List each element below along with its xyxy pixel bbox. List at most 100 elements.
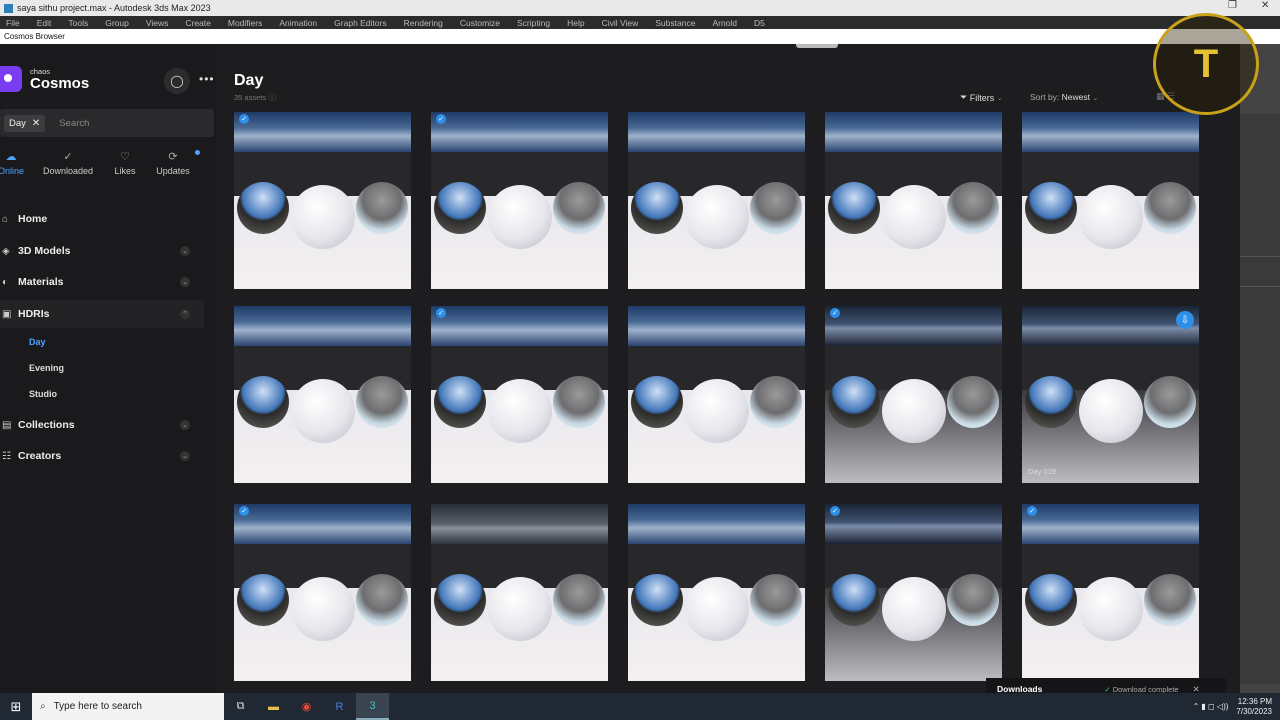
menu-item[interactable]: Help <box>567 18 584 28</box>
sidebar-item-label: Materials <box>18 276 64 288</box>
sort-dropdown[interactable]: Sort by: Newest ⌄ <box>1030 92 1098 102</box>
menu-item[interactable]: File <box>6 18 20 28</box>
sort-value: Newest <box>1061 92 1091 102</box>
filters-button[interactable]: ⏷ Filters ⌄ <box>960 92 1003 103</box>
close-window-icon[interactable]: ✕ <box>1261 0 1269 11</box>
chevron-down-icon[interactable]: ⌄ <box>180 246 190 256</box>
3dsmax-taskbar-icon[interactable]: 3 <box>356 693 389 720</box>
taskbar-search-input[interactable]: Type here to search <box>54 701 142 712</box>
file-explorer-icon[interactable]: ▬ <box>257 693 290 720</box>
hdri-card[interactable]: ✓ <box>431 306 608 483</box>
hdri-card[interactable]: ⇩ Day 019 <box>1022 306 1199 483</box>
menu-item[interactable]: Substance <box>655 18 695 28</box>
sidebar-item-collections[interactable]: ▤ Collections ⌄ <box>0 411 204 439</box>
chrome-sphere <box>828 574 880 626</box>
search-input[interactable]: Search <box>59 118 89 129</box>
hdri-sky-preview <box>1022 112 1199 152</box>
menu-item[interactable]: Rendering <box>404 18 443 28</box>
hdri-card[interactable]: ✓ <box>234 504 411 681</box>
chevron-down-icon[interactable]: ⌄ <box>180 420 190 430</box>
sidebar-item-hdris[interactable]: ▣ HDRIs ⌃ <box>0 300 204 328</box>
hdri-card[interactable]: ✓ <box>1022 504 1199 681</box>
info-icon[interactable]: ⓘ <box>268 93 276 102</box>
sidebar-item-creators[interactable]: ☷ Creators ⌄ <box>0 442 204 470</box>
white-sphere <box>488 577 552 641</box>
sidebar-item-3d-models[interactable]: ◈ 3D Models ⌄ <box>0 237 204 265</box>
sidebar: chaos Cosmos ◯ ••• Day ✕ Search ☁ Online… <box>0 44 216 693</box>
tab-updates[interactable]: ⟳ Updates <box>154 150 200 176</box>
heart-icon: ♡ <box>120 151 130 163</box>
user-account-icon[interactable]: ◯ <box>164 68 190 94</box>
hdri-sky-preview <box>628 112 805 152</box>
chevron-down-icon[interactable]: ⌄ <box>180 277 190 287</box>
menu-item[interactable]: Group <box>105 18 129 28</box>
chrome-sphere <box>434 574 486 626</box>
taskbar-search[interactable]: ⌕ Type here to search <box>32 693 224 720</box>
download-icon[interactable]: ⇩ <box>1176 311 1194 329</box>
sidebar-subitem-evening[interactable]: Evening <box>29 363 64 373</box>
menu-item[interactable]: Animation <box>279 18 317 28</box>
sidebar-subitem-day[interactable]: Day <box>29 337 46 347</box>
chrome-sphere <box>631 182 683 234</box>
white-sphere <box>685 577 749 641</box>
page-title: Day <box>234 72 264 89</box>
chevron-up-icon[interactable]: ⌃ <box>180 309 190 319</box>
sidebar-item-materials[interactable]: ◐ Materials ⌄ <box>0 268 204 296</box>
panel-divider <box>1240 256 1280 257</box>
menu-item[interactable]: D5 <box>754 18 765 28</box>
menu-item[interactable]: Views <box>146 18 169 28</box>
menu-item[interactable]: Scripting <box>517 18 550 28</box>
tab-online[interactable]: ☁ Online <box>0 150 26 176</box>
filter-chip-day[interactable]: Day ✕ <box>4 114 46 132</box>
chrome-icon[interactable]: ◉ <box>290 693 323 720</box>
windows-start-icon[interactable]: ⊞ <box>0 693 32 720</box>
menu-item[interactable]: Civil View <box>602 18 639 28</box>
hdri-card-label: Day 019 <box>1028 467 1056 476</box>
restore-icon[interactable]: ❐ <box>1228 0 1237 11</box>
chevron-down-icon[interactable]: ⌄ <box>180 451 190 461</box>
hdri-card[interactable]: ✓ <box>825 306 1002 483</box>
revit-icon[interactable]: R <box>323 693 356 720</box>
task-view-icon[interactable]: ⧉ <box>224 693 257 720</box>
hdri-card[interactable] <box>628 504 805 681</box>
hdri-card[interactable] <box>628 112 805 289</box>
window-title-bar: saya sithu project.max - Autodesk 3ds Ma… <box>0 0 1280 16</box>
menu-item[interactable]: Edit <box>37 18 52 28</box>
sidebar-subitem-studio[interactable]: Studio <box>29 389 57 399</box>
menu-item[interactable]: Create <box>185 18 211 28</box>
hdri-card[interactable] <box>825 112 1002 289</box>
hdri-card[interactable]: ✓ <box>825 504 1002 681</box>
right-dock-panel <box>1240 44 1280 693</box>
tab-likes[interactable]: ♡ Likes <box>110 150 140 176</box>
hdri-card[interactable] <box>234 306 411 483</box>
glass-sphere <box>1144 376 1196 428</box>
tray-icons[interactable]: ⌃ ▮ ◻ ◁)) <box>1193 702 1229 711</box>
tab-downloaded[interactable]: ✓ Downloaded <box>40 150 96 176</box>
hdri-sky-preview <box>825 306 1002 346</box>
search-bar[interactable]: Day ✕ Search <box>0 109 214 137</box>
menu-item[interactable]: Tools <box>68 18 88 28</box>
chrome-sphere <box>237 182 289 234</box>
chip-close-icon[interactable]: ✕ <box>32 118 40 129</box>
chevron-down-icon: ⌄ <box>996 94 1003 102</box>
hdri-card[interactable]: ✓ <box>431 112 608 289</box>
image-icon: ▣ <box>2 308 12 320</box>
chrome-sphere <box>1025 574 1077 626</box>
glass-sphere <box>553 574 605 626</box>
hdri-card[interactable] <box>431 504 608 681</box>
filter-chip-label: Day <box>9 117 26 129</box>
hdri-card[interactable] <box>628 306 805 483</box>
downloaded-check-icon: ✓ <box>239 506 249 516</box>
more-options-icon[interactable]: ••• <box>199 72 215 86</box>
menu-item[interactable]: Modifiers <box>228 18 262 28</box>
menu-item[interactable]: Graph Editors <box>334 18 386 28</box>
chrome-sphere <box>828 376 880 428</box>
menu-item[interactable]: Customize <box>460 18 500 28</box>
hdri-card[interactable] <box>1022 112 1199 289</box>
panel-drag-handle[interactable] <box>796 44 838 48</box>
sidebar-item-home[interactable]: ⌂ Home <box>0 205 204 233</box>
clock[interactable]: 12:36 PM 7/30/2023 <box>1236 697 1272 717</box>
hdri-card[interactable]: ✓ <box>234 112 411 289</box>
glass-sphere <box>553 182 605 234</box>
menu-item[interactable]: Arnold <box>712 18 737 28</box>
